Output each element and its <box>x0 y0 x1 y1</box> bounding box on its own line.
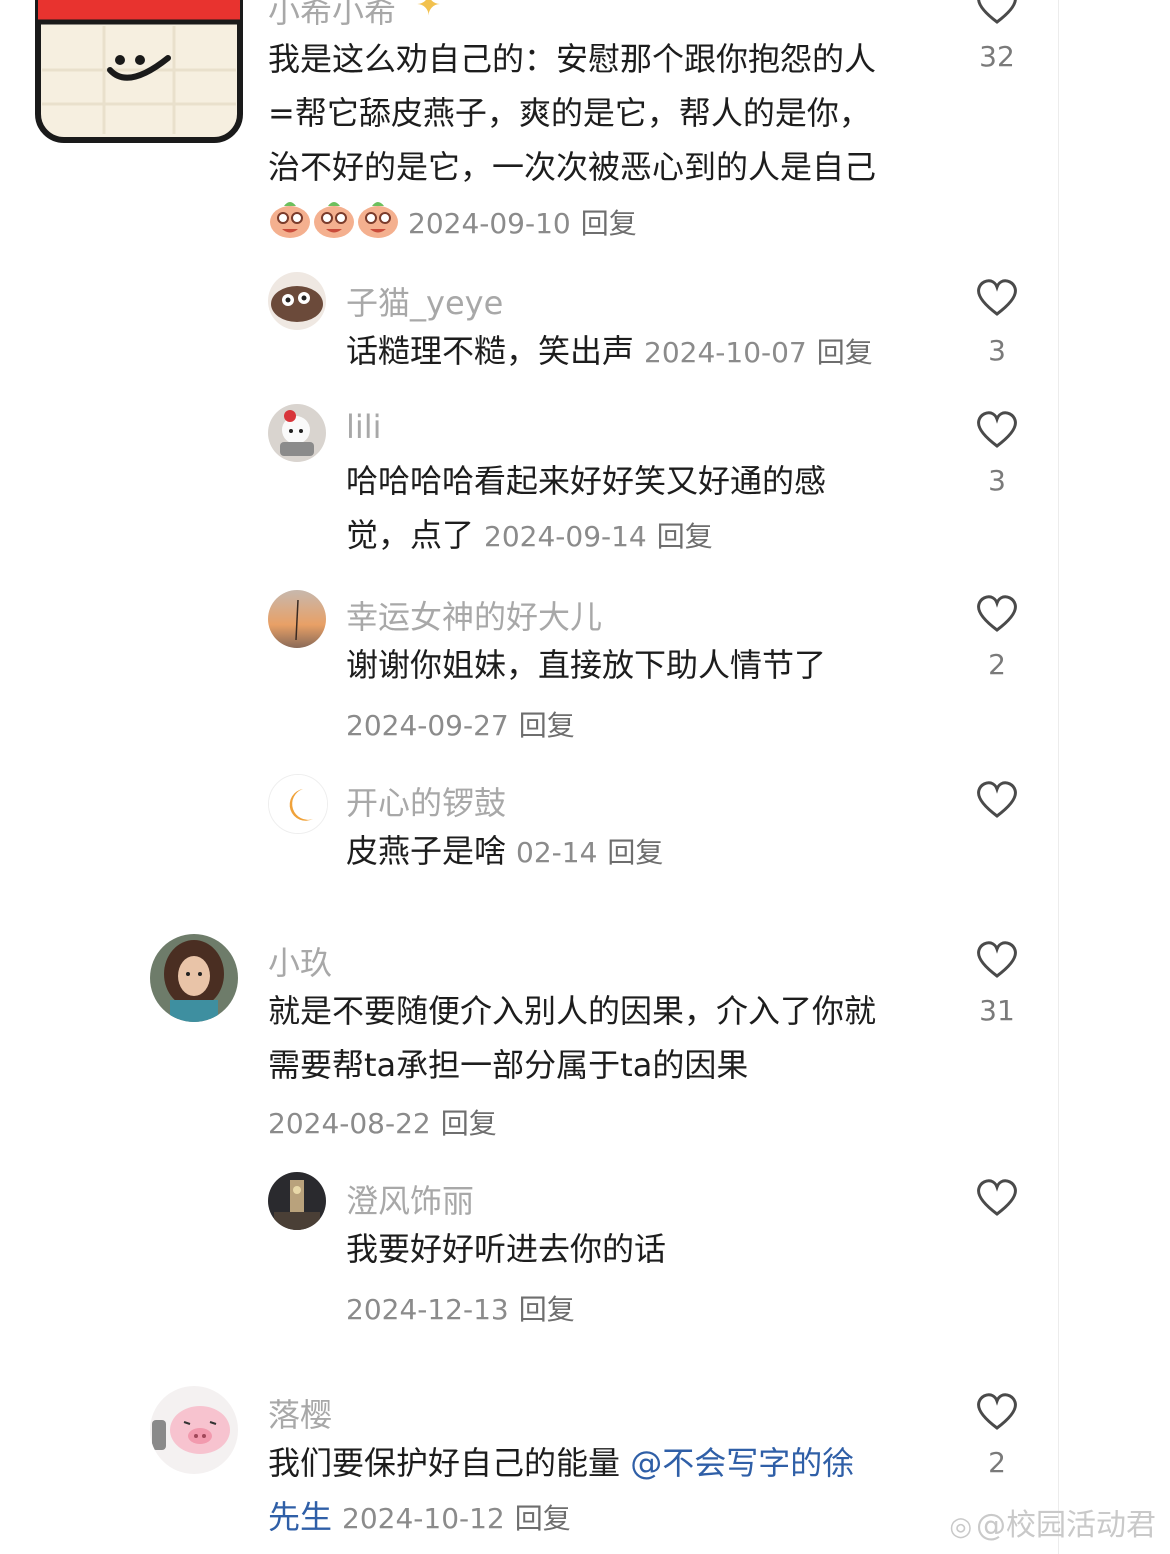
avatar[interactable] <box>268 1172 326 1230</box>
comment-username[interactable]: 幸运女神的好大儿 <box>346 592 602 638</box>
comment-text-line: 我要好好听进去你的话 <box>346 1230 667 1268</box>
like-heart-icon[interactable] <box>975 594 1019 634</box>
comment-meta: 2024-09-27 回复 <box>346 704 575 744</box>
avatar[interactable] <box>150 934 238 1022</box>
comment-text-line: 谢谢你姐妹，直接放下助人情节了 <box>346 646 827 684</box>
reply-button[interactable]: 回复 <box>607 836 663 869</box>
like-heart-icon[interactable] <box>975 1392 1019 1432</box>
watermark-text: @校园活动君 <box>976 1508 1156 1543</box>
reply-button[interactable]: 回复 <box>817 336 873 369</box>
comment-text-line: 需要帮ta承担一部分属于ta的因果 <box>268 1046 749 1084</box>
comment-text: 皮燕子是啥 <box>346 832 507 870</box>
like-heart-icon[interactable] <box>975 940 1019 980</box>
like-heart-icon[interactable] <box>975 1178 1019 1218</box>
comment-text-line: 话糙理不糙，笑出声 2024-10-07 回复 <box>346 324 873 380</box>
comment-username[interactable]: 落樱 <box>268 1390 332 1436</box>
reply-button[interactable]: 回复 <box>515 1502 571 1535</box>
comment-text-line: 治不好的是它，一次次被恶心到的人是自己 <box>268 148 877 186</box>
comment-date: 2024-09-14 <box>484 520 647 553</box>
reply-button[interactable]: 回复 <box>441 1107 497 1140</box>
comment-text: 话糙理不糙，笑出声 <box>346 332 635 370</box>
like-count: 2 <box>988 648 1006 681</box>
calendar-smile-icon <box>34 0 244 146</box>
comment-text: 我们要保护好自己的能量 <box>268 1444 631 1482</box>
comment-text-line: 觉，点了 2024-09-14 回复 <box>346 508 713 564</box>
comment-date: 2024-10-12 <box>342 1502 505 1535</box>
comment-username[interactable]: lili <box>346 408 382 446</box>
comment-date: 2024-08-22 <box>268 1107 431 1140</box>
avatar[interactable] <box>268 590 326 648</box>
avatar[interactable] <box>268 774 328 834</box>
comment-text-line: 先生 2024-10-12 回复 <box>268 1490 571 1546</box>
comment-date: 2024-09-10 <box>408 207 571 240</box>
reply-button[interactable]: 回复 <box>519 709 575 742</box>
like-count: 3 <box>988 334 1006 367</box>
comment-text-line: 我是这么劝自己的：安慰那个跟你抱怨的人 <box>268 40 877 78</box>
comment-username[interactable]: 小玖 <box>268 938 332 984</box>
comment-username[interactable]: 小希小希 <box>268 0 396 32</box>
avatar[interactable] <box>268 404 326 462</box>
avatar[interactable] <box>268 272 326 330</box>
comment-text: 觉，点了 <box>346 516 475 554</box>
like-count: 32 <box>979 40 1015 73</box>
comment-username[interactable]: 子猫_yeye <box>346 278 503 324</box>
comment-date: 2024-12-13 <box>346 1293 509 1326</box>
emoji-stickers <box>268 196 400 240</box>
like-heart-icon[interactable] <box>975 410 1019 450</box>
like-count: 2 <box>988 1446 1006 1479</box>
mention-link[interactable]: 先生 <box>268 1498 332 1536</box>
comment-meta: 2024-12-13 回复 <box>346 1288 575 1328</box>
avatar[interactable] <box>150 1386 238 1474</box>
comment-date: 02-14 <box>516 836 598 869</box>
reply-button[interactable]: 回复 <box>519 1293 575 1326</box>
comment-text-line: 就是不要随便介入别人的因果，介入了你就 <box>268 992 877 1030</box>
like-heart-icon[interactable] <box>975 780 1019 820</box>
comment-date: 2024-09-27 <box>346 709 509 742</box>
mention-link[interactable]: @不会写字的徐 <box>630 1444 854 1482</box>
like-heart-icon[interactable] <box>975 0 1019 26</box>
weibo-logo-icon: ◎ <box>949 1512 972 1542</box>
like-count: 31 <box>979 994 1015 1027</box>
comment-username[interactable]: 开心的锣鼓 <box>346 778 506 824</box>
reply-button[interactable]: 回复 <box>657 520 713 553</box>
comment-meta: 2024-09-10 回复 <box>408 202 637 242</box>
comment-meta: 2024-08-22 回复 <box>268 1102 497 1142</box>
comment-text-line: 哈哈哈哈看起来好好笑又好通的感 <box>346 462 827 500</box>
comment-text-line: 我们要保护好自己的能量 @不会写字的徐 <box>268 1436 854 1490</box>
sparkle-icon: ✦ <box>416 0 442 23</box>
comment-username[interactable]: 澄风饰丽 <box>346 1176 474 1222</box>
comment-text-line: =帮它舔皮燕子，爽的是它，帮人的是你， <box>268 94 871 132</box>
comment-date: 2024-10-07 <box>644 336 807 369</box>
reply-button[interactable]: 回复 <box>581 207 637 240</box>
like-count: 3 <box>988 464 1006 497</box>
weibo-watermark: ◎ @校园活动君 <box>949 1500 1156 1544</box>
like-heart-icon[interactable] <box>975 278 1019 318</box>
comment-text-line: 皮燕子是啥 02-14 回复 <box>346 824 663 880</box>
